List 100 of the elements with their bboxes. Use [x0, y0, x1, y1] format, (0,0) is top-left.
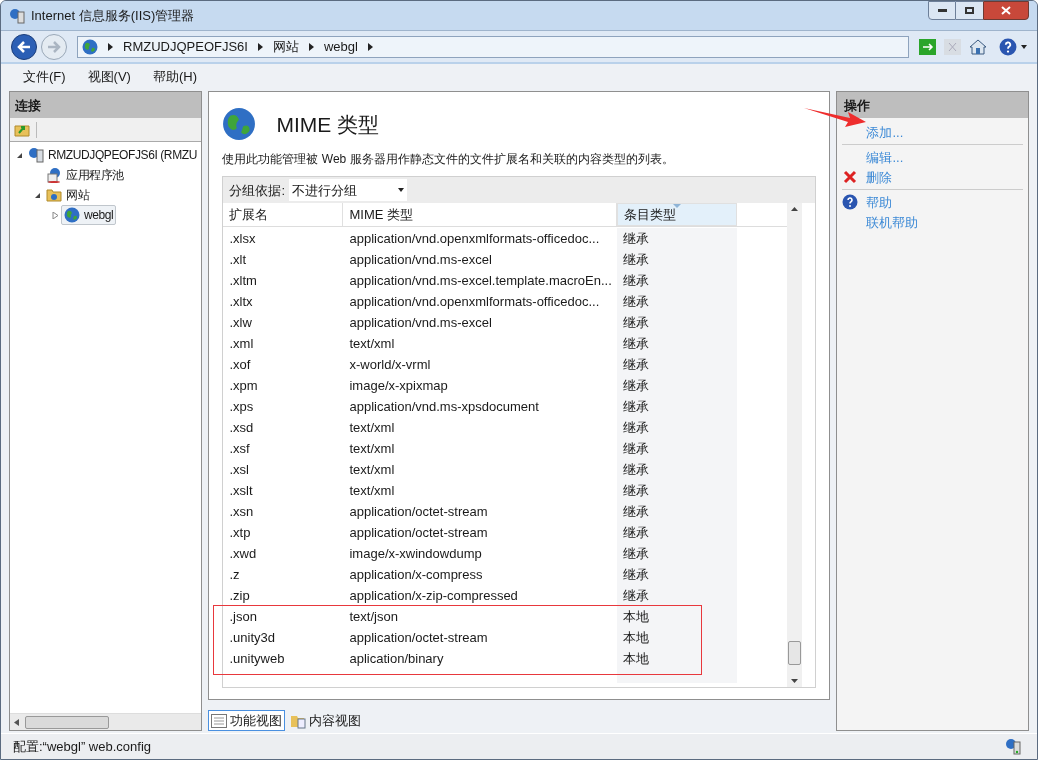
table-cell-text: .xsd: [228, 419, 255, 438]
chevron-icon: [367, 42, 373, 51]
table-cell-text: text/xml: [348, 440, 396, 459]
action-link[interactable]: 删除: [866, 167, 893, 188]
table-cell-text: application/x-compress: [348, 566, 484, 585]
close-icon: [1001, 6, 1011, 15]
window-title: Internet 信息服务(IIS)管理器: [31, 7, 196, 25]
group-by-label: 分组依据:: [229, 181, 286, 200]
table-cell: 继承: [617, 375, 738, 397]
breadcrumb[interactable]: 网站: [272, 36, 299, 57]
table-cell-text: .xlt: [228, 251, 248, 270]
table-cell: 本地: [617, 648, 738, 670]
chevron-icon: [308, 42, 314, 51]
collapse-icon[interactable]: [34, 191, 41, 199]
folder-icon: [46, 187, 62, 204]
app-icon: [9, 7, 25, 24]
breadcrumb[interactable]: RMZUDJQPEOFJS6I: [123, 36, 248, 57]
table-cell: 继承: [617, 480, 738, 502]
table-cell: 本地: [617, 606, 738, 628]
scroll-down-icon[interactable]: [791, 679, 799, 684]
breadcrumb[interactable]: webgl: [323, 36, 358, 57]
chevron-icon: [108, 42, 113, 51]
menu-item[interactable]: 视图(V): [87, 66, 131, 87]
table-cell: 继承: [617, 417, 738, 439]
panel-header: 连接: [10, 92, 202, 119]
tree-item[interactable]: 网站: [43, 185, 93, 206]
expand-icon[interactable]: [52, 211, 59, 219]
chevron-icon: [257, 42, 263, 51]
table-cell: 继承: [617, 270, 738, 292]
table-cell-text: .xsf: [228, 440, 251, 459]
table-cell: 继承: [617, 501, 738, 523]
table-cell-text: .xsl: [228, 461, 250, 480]
table-cell-text: .xof: [228, 356, 252, 375]
table-cell-text: application/octet-stream: [348, 629, 489, 648]
scroll-left-icon[interactable]: [14, 718, 19, 726]
table-cell-text: image/x-xpixmap: [348, 377, 449, 396]
table-cell-text: .xwd: [228, 545, 258, 564]
help-icon[interactable]: [999, 37, 1017, 56]
table-cell-text: .xlsx: [228, 230, 257, 249]
table-cell: 继承: [617, 249, 738, 271]
dropdown-caret-icon[interactable]: [1021, 44, 1027, 49]
tree-item[interactable]: 应用程序池: [43, 165, 127, 186]
server-icon: [28, 147, 44, 164]
table-cell-text: .xml: [228, 335, 255, 354]
table-cell: 继承: [617, 522, 738, 544]
globe-icon: [64, 207, 80, 224]
column-header[interactable]: 扩展名: [223, 203, 344, 227]
feature-title: MIME 类型: [276, 111, 380, 138]
table-cell-text: text/xml: [348, 482, 396, 501]
back-button[interactable]: [11, 33, 37, 60]
table-cell-text: text/xml: [348, 335, 396, 354]
minimize-button[interactable]: [928, 1, 956, 20]
tree-item[interactable]: webgl: [61, 205, 117, 226]
table-cell-text: application/vnd.openxmlformats-officedoc...: [348, 293, 601, 312]
table-cell-text: .z: [228, 566, 241, 585]
table-cell-text: application/vnd.ms-xpsdocument: [348, 398, 540, 417]
table-cell-text: application/octet-stream: [348, 524, 489, 543]
refresh-icon[interactable]: [919, 38, 936, 55]
vertical-scrollbar[interactable]: [787, 203, 803, 688]
horizontal-scrollbar[interactable]: [10, 713, 202, 731]
column-header[interactable]: 条目类型: [617, 203, 738, 227]
table-cell-text: .unity3d: [228, 629, 277, 648]
forward-arrow-icon: [47, 40, 61, 53]
table-cell-text: text/json: [348, 608, 399, 627]
globe-icon: [82, 38, 98, 55]
back-arrow-icon: [17, 40, 31, 53]
address-bar[interactable]: RMZUDJQPEOFJS6I 网站 webgl: [77, 35, 909, 58]
maximize-button[interactable]: [956, 1, 983, 20]
tree-item[interactable]: RMZUDJQPEOFJS6I (RMZU: [25, 145, 200, 166]
group-by-dropdown[interactable]: 不进行分组: [289, 179, 408, 202]
menu-item[interactable]: 帮助(H): [152, 66, 197, 87]
view-tab[interactable]: 功能视图: [208, 710, 286, 732]
table-cell: 继承: [617, 396, 738, 418]
table-cell-text: application/vnd.ms-excel: [348, 251, 493, 270]
home-icon[interactable]: [969, 38, 987, 55]
table-cell-text: text/xml: [348, 419, 396, 438]
view-tab[interactable]: 内容视图: [287, 710, 365, 732]
list-icon: [211, 713, 228, 728]
panel-header: 操作: [837, 92, 1028, 119]
sort-arrow-icon: [673, 204, 682, 209]
collapse-icon[interactable]: [16, 151, 23, 159]
app-pool-icon: [46, 167, 62, 184]
table-cell: 继承: [617, 312, 738, 334]
table-cell-text: .xps: [228, 398, 255, 417]
table-cell-text: x-world/x-vrml: [348, 356, 432, 375]
table-cell-text: text/xml: [348, 461, 396, 480]
close-button[interactable]: [983, 1, 1029, 20]
table-cell-text: .xtp: [228, 524, 252, 543]
table-cell-text: aplication/binary: [348, 650, 445, 669]
scroll-thumb[interactable]: [788, 641, 802, 666]
scroll-up-icon[interactable]: [791, 207, 799, 212]
table-cell-text: application/x-zip-compressed: [348, 587, 519, 606]
table-cell-text: .zip: [228, 587, 251, 606]
table-cell-text: .xltx: [228, 293, 254, 312]
table-cell: 继承: [617, 333, 738, 355]
table-cell-text: application/octet-stream: [348, 503, 489, 522]
help-icon: [842, 194, 859, 211]
table-cell-text: .xltm: [228, 272, 258, 291]
menu-item[interactable]: 文件(F): [23, 66, 66, 87]
table-cell: 继承: [617, 585, 738, 607]
